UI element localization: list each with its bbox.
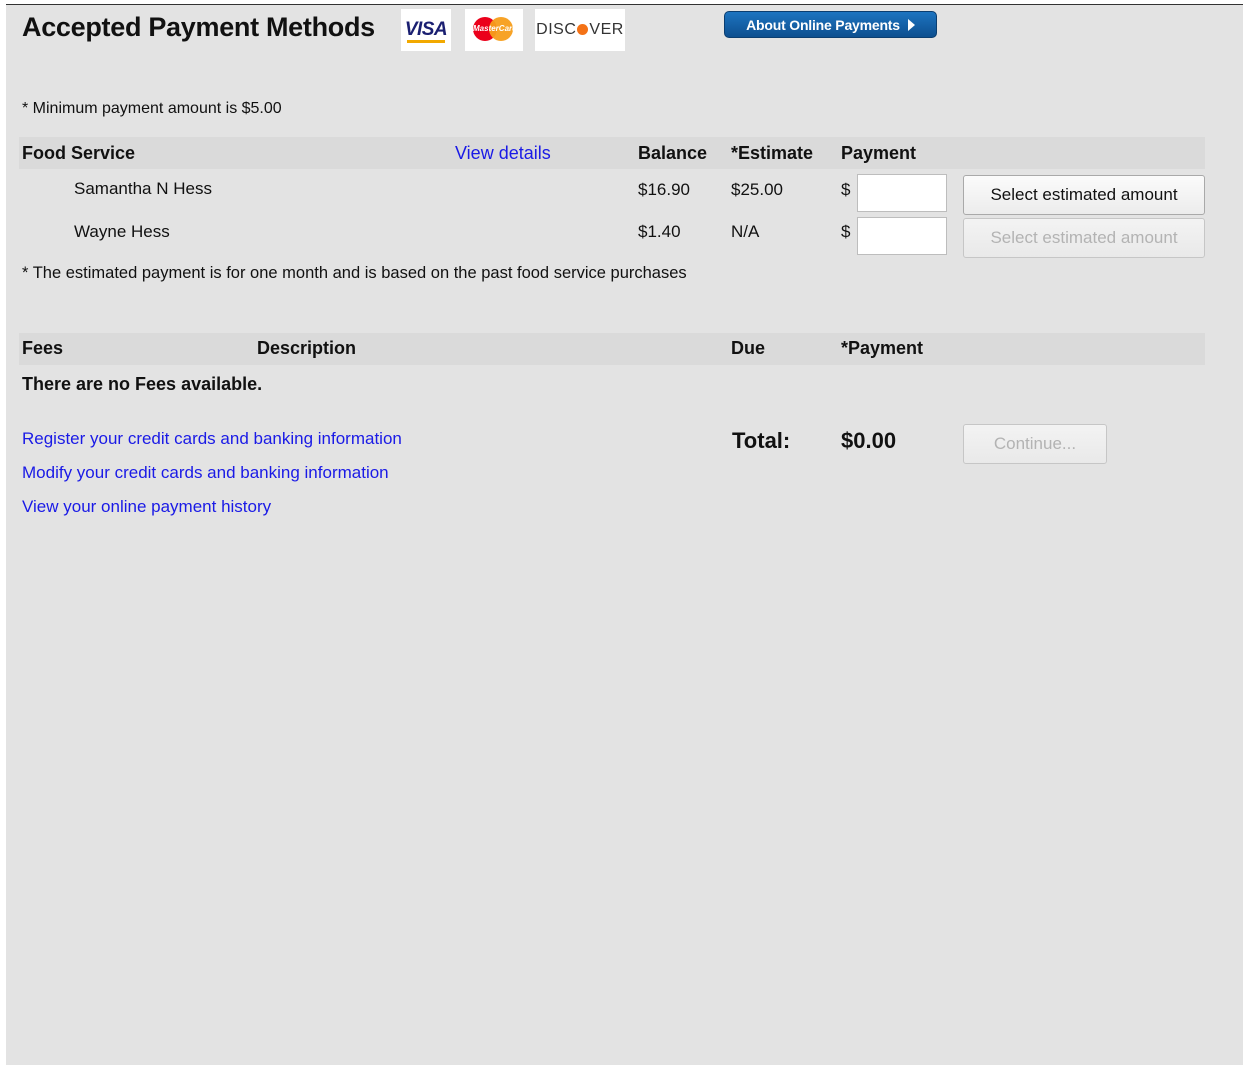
balance-value: $16.90 [638, 180, 690, 199]
page-title: Accepted Payment Methods [22, 12, 375, 42]
estimate-value: N/A [731, 222, 760, 241]
balance-column-header: Balance [638, 143, 708, 163]
fees-payment-column-header: *Payment [841, 338, 924, 358]
fees-header-row [19, 333, 1205, 365]
no-fees-message: There are no Fees available. [22, 374, 263, 394]
food-service-header-row [19, 137, 1205, 169]
student-name: Wayne Hess [74, 222, 170, 241]
estimate-column-header: *Estimate [731, 143, 814, 163]
discover-suffix: VER [589, 21, 624, 38]
discover-logo-text: DISC VER [536, 21, 624, 39]
visa-logo-text: VISA [404, 19, 448, 40]
continue-button[interactable]: Continue... [963, 424, 1107, 464]
estimate-value: $25.00 [731, 180, 783, 199]
payment-panel: Accepted Payment Methods VISA MasterCard… [6, 5, 1243, 1065]
description-column-header: Description [257, 338, 357, 358]
total-amount: $0.00 [841, 428, 897, 453]
currency-symbol: $ [841, 222, 851, 241]
about-online-payments-button[interactable]: About Online Payments [724, 11, 937, 38]
discover-prefix: DISC [536, 21, 577, 38]
student-name: Samantha N Hess [74, 179, 212, 198]
total-label: Total: [732, 428, 791, 453]
payment-history-link[interactable]: View your online payment history [22, 497, 271, 517]
select-estimated-amount-label: Select estimated amount [990, 185, 1178, 204]
discover-logo: DISC VER [535, 9, 625, 51]
fees-column-header: Fees [22, 338, 64, 358]
visa-logo: VISA [401, 9, 451, 51]
balance-value: $1.40 [638, 222, 681, 241]
continue-button-label: Continue... [993, 434, 1077, 453]
payment-amount-input[interactable] [857, 174, 947, 212]
select-estimated-amount-button[interactable]: Select estimated amount [963, 175, 1205, 215]
register-cards-link[interactable]: Register your credit cards and banking i… [22, 429, 402, 449]
visa-stripe [407, 40, 445, 43]
payment-column-header: Payment [841, 143, 917, 163]
about-online-payments-label: About Online Payments [746, 16, 900, 33]
food-service-heading: Food Service [22, 143, 136, 163]
modify-cards-link[interactable]: Modify your credit cards and banking inf… [22, 463, 389, 483]
discover-o-icon [577, 24, 589, 35]
view-details-link[interactable]: View details [455, 143, 551, 164]
mastercard-logo-text: MasterCard [473, 24, 518, 33]
play-arrow-icon [907, 18, 915, 31]
due-column-header: Due [731, 338, 766, 358]
minimum-payment-note: * Minimum payment amount is $5.00 [22, 100, 282, 117]
payment-amount-input[interactable] [857, 217, 947, 255]
mastercard-logo: MasterCard [465, 9, 523, 51]
currency-symbol: $ [841, 180, 851, 199]
select-estimated-amount-button-disabled[interactable]: Select estimated amount [963, 218, 1205, 258]
estimate-note: * The estimated payment is for one month… [22, 264, 687, 282]
select-estimated-amount-label: Select estimated amount [990, 228, 1178, 247]
